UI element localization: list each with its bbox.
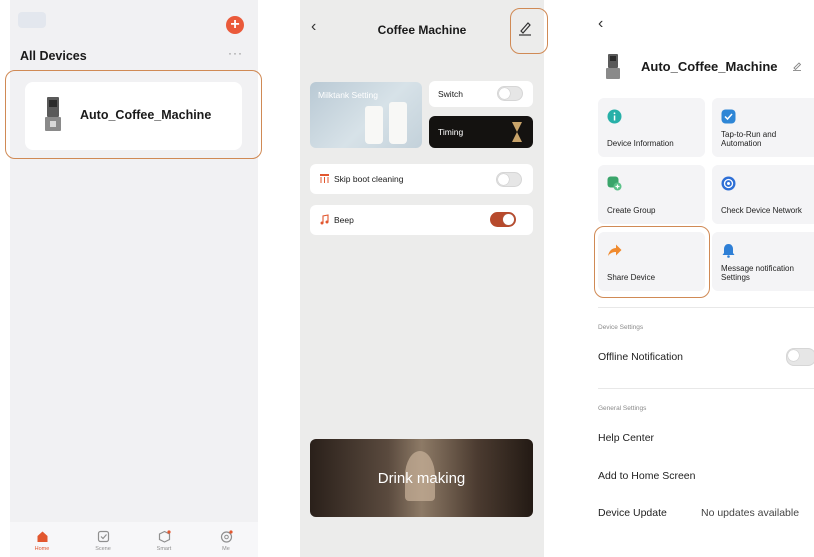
beep-toggle[interactable] (490, 212, 516, 227)
cube-icon (158, 530, 171, 543)
device-settings-screen: ‹ Auto_Coffee_Machine Device Information… (586, 0, 814, 557)
page-title: Coffee Machine (377, 23, 467, 37)
coffee-machine-icon (45, 97, 61, 131)
device-settings-section-label: Device Settings (598, 324, 644, 331)
tile-tap-to-run[interactable]: Tap-to-Run and Automation (712, 98, 814, 157)
tab-label: Home (34, 546, 50, 552)
divider (598, 307, 814, 308)
tab-label: Smart (156, 546, 172, 552)
tab-me[interactable]: Me (206, 530, 246, 552)
coffee-machine-icon (606, 54, 620, 79)
cleaning-icon (320, 174, 329, 183)
tile-label: Create Group (607, 206, 656, 215)
beep-label: Beep (334, 215, 354, 225)
checkbox-icon (97, 530, 109, 543)
coffee-machine-screen: ‹ Coffee Machine Milktank Setting Switch… (300, 0, 544, 557)
check-shield-icon (721, 109, 736, 124)
tile-message-notification[interactable]: Message notification Settings (712, 232, 814, 291)
tab-label: Scene (95, 546, 111, 552)
milktank-label: Milktank Setting (318, 90, 378, 100)
tile-label: Tap-to-Run and Automation (721, 130, 777, 148)
drink-making-card[interactable]: Drink making (310, 439, 533, 517)
help-center-item[interactable]: Help Center (598, 432, 654, 444)
milktank-setting-card[interactable]: Milktank Setting (310, 82, 422, 148)
tile-label: Check Device Network (721, 206, 802, 215)
add-device-button[interactable]: + (226, 16, 244, 34)
timing-label: Timing (438, 127, 464, 137)
back-button[interactable]: ‹ (598, 15, 603, 33)
tab-label: Me (222, 546, 230, 552)
divider (598, 388, 814, 389)
edit-icon[interactable] (792, 61, 802, 71)
offline-notification-label: Offline Notification (598, 351, 684, 363)
music-note-icon (320, 214, 329, 225)
home-screen: + All Devices ··· Auto_Coffee_Machine Ho… (10, 0, 258, 557)
device-update-status: No updates available (701, 507, 800, 519)
skip-boot-cleaning-toggle[interactable] (496, 172, 522, 187)
network-icon (721, 176, 736, 191)
switch-card: Switch (429, 81, 533, 107)
device-update-item[interactable]: Device Update (598, 507, 667, 519)
tab-bar: Home Scene Smart Me (10, 522, 258, 557)
all-devices-title: All Devices (20, 49, 87, 63)
beep-row: Beep (310, 205, 533, 235)
tile-create-group[interactable]: Create Group (598, 165, 705, 224)
switch-toggle[interactable] (497, 86, 523, 101)
face-icon (220, 530, 233, 543)
tab-home[interactable]: Home (22, 530, 62, 552)
device-card[interactable]: Auto_Coffee_Machine (25, 82, 242, 150)
tile-share-device[interactable]: Share Device (598, 232, 705, 291)
edit-icon[interactable] (518, 20, 532, 36)
milk-bottle-image (389, 102, 407, 144)
offline-notification-toggle[interactable] (786, 348, 814, 366)
drink-making-label: Drink making (377, 470, 466, 487)
home-icon (37, 531, 47, 542)
group-icon (607, 176, 622, 191)
hourglass-icon (512, 122, 522, 142)
device-name: Auto_Coffee_Machine (80, 108, 212, 122)
skip-boot-cleaning-row: Skip boot cleaning (310, 164, 533, 194)
timing-card[interactable]: Timing (429, 116, 533, 148)
tile-label: Device Information (607, 139, 674, 148)
info-icon (607, 109, 622, 124)
status-indicator (18, 12, 46, 28)
bell-icon (722, 244, 735, 258)
tile-device-information[interactable]: Device Information (598, 98, 705, 157)
general-settings-section-label: General Settings (598, 405, 647, 412)
tab-smart[interactable]: Smart (144, 530, 184, 552)
more-options-button[interactable]: ··· (228, 46, 243, 60)
device-name: Auto_Coffee_Machine (641, 59, 778, 74)
tile-check-device-network[interactable]: Check Device Network (712, 165, 814, 224)
tab-scene[interactable]: Scene (83, 530, 123, 552)
switch-label: Switch (438, 89, 464, 99)
tile-label: Share Device (607, 273, 656, 282)
share-arrow-icon (608, 244, 622, 256)
tile-label: Message notification Settings (721, 264, 794, 282)
skip-boot-cleaning-label: Skip boot cleaning (334, 174, 404, 184)
milk-bottle-image (365, 106, 383, 144)
add-to-home-screen-item[interactable]: Add to Home Screen (598, 470, 695, 482)
